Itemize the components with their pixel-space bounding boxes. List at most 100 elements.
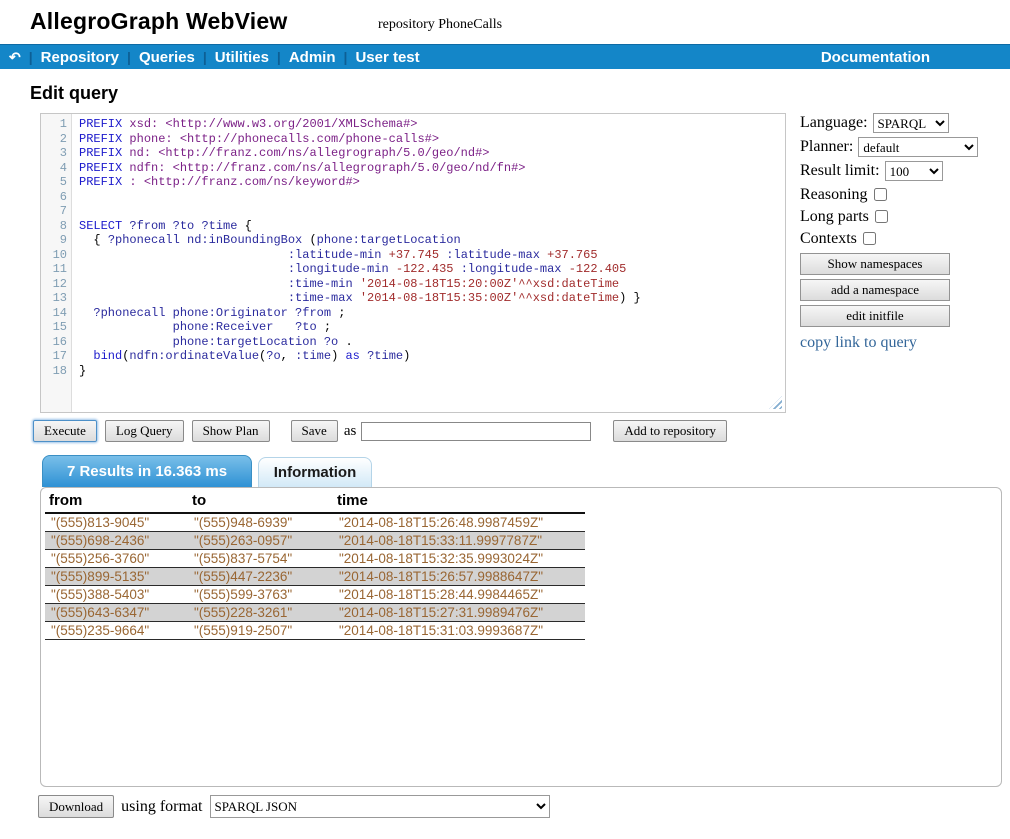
table-row[interactable]: "(555)643-6347""(555)228-3261""2014-08-1… (45, 604, 585, 622)
table-header-row: fromtotime (45, 490, 585, 513)
query-code-area[interactable]: PREFIX xsd: <http://www.w3.org/2001/XMLS… (72, 114, 785, 412)
cell: "2014-08-18T15:28:44.9984465Z" (333, 586, 585, 604)
option-checkboxes: Reasoning Long parts Contexts (800, 184, 1005, 249)
line-number: 13 (41, 291, 67, 306)
checkbox-label: Reasoning (800, 186, 868, 204)
cell: "(555)263-0957" (188, 532, 333, 550)
code-line: PREFIX : <http://franz.com/ns/keyword#> (79, 175, 785, 190)
checkbox-contexts[interactable] (863, 232, 876, 245)
show-namespaces-button[interactable]: Show namespaces (800, 253, 950, 275)
code-line: :latitude-min +37.745 :latitude-max +37.… (79, 248, 785, 263)
table-row[interactable]: "(555)899-5135""(555)447-2236""2014-08-1… (45, 568, 585, 586)
nav-items: |Repository|Queries|Utilities|Admin|User… (21, 49, 420, 66)
cell: "(555)919-2507" (188, 622, 333, 640)
line-number-gutter: 123456789101112131415161718 (41, 114, 72, 412)
code-line: PREFIX xsd: <http://www.w3.org/2001/XMLS… (79, 117, 785, 132)
tab-results[interactable]: 7 Results in 16.363 ms (42, 455, 252, 487)
line-number: 17 (41, 349, 67, 364)
cell: "(555)256-3760" (45, 550, 188, 568)
execute-button[interactable]: Execute (33, 420, 97, 442)
code-line: ?phonecall phone:Originator ?from ; (79, 306, 785, 321)
nav-item-repository[interactable]: Repository (41, 49, 119, 66)
nav-item-user-test[interactable]: User test (355, 49, 419, 66)
query-options: Language: SPARQL Planner: default Result… (800, 112, 1005, 352)
cell: "(555)228-3261" (188, 604, 333, 622)
cell: "2014-08-18T15:27:31.9989476Z" (333, 604, 585, 622)
using-format-label: using format (121, 798, 202, 816)
line-number: 15 (41, 320, 67, 335)
table-row[interactable]: "(555)388-5403""(555)599-3763""2014-08-1… (45, 586, 585, 604)
code-line: PREFIX nd: <http://franz.com/ns/allegrog… (79, 146, 785, 161)
code-line: { ?phonecall nd:inBoundingBox (phone:tar… (79, 233, 785, 248)
option-buttons: Show namespaces add a namespace edit initf… (800, 253, 1005, 327)
code-line: PREFIX phone: <http://phonecalls.com/pho… (79, 132, 785, 147)
checkbox-row-contexts: Contexts (800, 228, 1005, 249)
cell: "(555)899-5135" (45, 568, 188, 586)
line-number: 9 (41, 233, 67, 248)
table-row[interactable]: "(555)256-3760""(555)837-5754""2014-08-1… (45, 550, 585, 568)
cell: "(555)813-9045" (45, 513, 188, 532)
line-number: 11 (41, 262, 67, 277)
line-number: 7 (41, 204, 67, 219)
result-limit-row: Result limit: 100 (800, 160, 1005, 182)
edit-initfile-button[interactable]: edit initfile (800, 305, 950, 327)
code-line (79, 190, 785, 205)
cell: "(555)599-3763" (188, 586, 333, 604)
code-line: phone:Receiver ?to ; (79, 320, 785, 335)
repository-label: repository PhoneCalls (378, 17, 502, 33)
format-select[interactable]: SPARQL JSON (210, 795, 550, 818)
result-limit-select[interactable]: 100 (885, 161, 943, 181)
add-to-repository-button[interactable]: Add to repository (613, 420, 727, 442)
results-table: fromtotime "(555)813-9045""(555)948-6939… (45, 490, 585, 640)
planner-select[interactable]: default (858, 137, 978, 157)
add-a-namespace-button[interactable]: add a namespace (800, 279, 950, 301)
nav-separator: | (203, 49, 207, 65)
copy-link-to-query[interactable]: copy link to query (800, 334, 1005, 352)
cell: "(555)388-5403" (45, 586, 188, 604)
nav-item-queries[interactable]: Queries (139, 49, 195, 66)
column-header-from: from (45, 490, 188, 513)
page: AllegroGraph WebView repository PhoneCal… (0, 0, 1010, 839)
download-button[interactable]: Download (38, 795, 114, 818)
cell: "(555)235-9664" (45, 622, 188, 640)
table-row[interactable]: "(555)698-2436""(555)263-0957""2014-08-1… (45, 532, 585, 550)
checkbox-row-reasoning: Reasoning (800, 184, 1005, 205)
language-select[interactable]: SPARQL (873, 113, 949, 133)
line-number: 1 (41, 117, 67, 132)
cell: "(555)447-2236" (188, 568, 333, 586)
code-line: SELECT ?from ?to ?time { (79, 219, 785, 234)
line-number: 16 (41, 335, 67, 350)
app-title: AllegroGraph WebView (30, 8, 287, 35)
cell: "2014-08-18T15:26:48.9987459Z" (333, 513, 585, 532)
checkbox-label: Long parts (800, 208, 869, 226)
line-number: 6 (41, 190, 67, 205)
save-name-input[interactable] (361, 422, 591, 441)
code-line: phone:targetLocation ?o . (79, 335, 785, 350)
line-number: 18 (41, 364, 67, 379)
language-label: Language: (800, 114, 868, 132)
cell: "2014-08-18T15:32:35.9993024Z" (333, 550, 585, 568)
save-button[interactable]: Save (291, 420, 338, 442)
checkbox-long-parts[interactable] (875, 210, 888, 223)
nav-item-admin[interactable]: Admin (289, 49, 336, 66)
nav-item-documentation[interactable]: Documentation (821, 49, 930, 66)
table-row[interactable]: "(555)813-9045""(555)948-6939""2014-08-1… (45, 513, 585, 532)
table-row[interactable]: "(555)235-9664""(555)919-2507""2014-08-1… (45, 622, 585, 640)
code-line: :longitude-min -122.435 :longitude-max -… (79, 262, 785, 277)
query-editor[interactable]: 123456789101112131415161718 PREFIX xsd: … (40, 113, 786, 413)
checkbox-label: Contexts (800, 230, 857, 248)
line-number: 2 (41, 132, 67, 147)
code-line: :time-max '2014-08-18T15:35:00Z'^^xsd:da… (79, 291, 785, 306)
planner-row: Planner: default (800, 136, 1005, 158)
line-number: 8 (41, 219, 67, 234)
results-panel: fromtotime "(555)813-9045""(555)948-6939… (40, 487, 1002, 787)
back-icon[interactable]: ↶ (9, 49, 21, 66)
cell: "2014-08-18T15:26:57.9988647Z" (333, 568, 585, 586)
code-line: PREFIX ndfn: <http://franz.com/ns/allegr… (79, 161, 785, 176)
nav-item-utilities[interactable]: Utilities (215, 49, 269, 66)
checkbox-reasoning[interactable] (874, 188, 887, 201)
show-plan-button[interactable]: Show Plan (192, 420, 270, 442)
tab-information[interactable]: Information (258, 457, 372, 487)
log-query-button[interactable]: Log Query (105, 420, 184, 442)
code-line: } (79, 364, 785, 379)
